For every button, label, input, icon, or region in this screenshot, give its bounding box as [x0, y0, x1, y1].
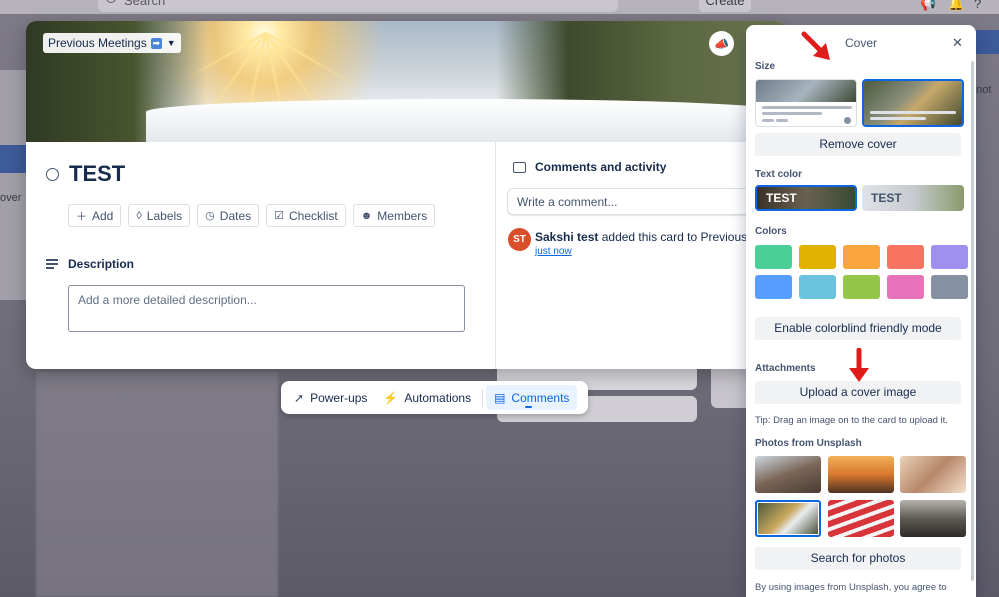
- toolbar-divider: [482, 388, 484, 407]
- card-cover-image: Previous Meetings ➡ ▼ 📣: [26, 21, 786, 142]
- automations-button[interactable]: ⚡ Automations: [375, 385, 479, 410]
- comments-label: Comments and activity: [535, 160, 667, 174]
- color-swatch[interactable]: [755, 275, 792, 299]
- unsplash-photo[interactable]: [900, 500, 966, 537]
- unsplash-photo[interactable]: [828, 500, 894, 537]
- color-swatch[interactable]: [755, 245, 792, 269]
- red-annotation-arrow: [849, 348, 869, 382]
- upload-tip: Tip: Drag an image on to the card to upl…: [755, 415, 948, 426]
- checklist-button[interactable]: ☑ Checklist: [266, 204, 346, 227]
- board-left-column: [0, 70, 26, 300]
- colors-label: Colors: [755, 226, 787, 237]
- global-search-input[interactable]: Search: [98, 0, 618, 12]
- list-selector[interactable]: Previous Meetings ➡ ▼: [43, 33, 181, 53]
- text-color-dark-option[interactable]: TEST: [862, 185, 964, 211]
- color-swatch[interactable]: [931, 275, 968, 299]
- colorblind-mode-button[interactable]: Enable colorblind friendly mode: [755, 317, 961, 340]
- color-swatch[interactable]: [843, 275, 880, 299]
- create-button[interactable]: Create: [699, 0, 751, 12]
- color-swatch[interactable]: [799, 275, 836, 299]
- color-swatch[interactable]: [931, 245, 968, 269]
- cover-panel-title: Cover: [844, 36, 877, 50]
- cover-size-header-option[interactable]: [755, 79, 857, 127]
- panel-scrollbar[interactable]: [971, 61, 974, 581]
- arrow-right-emoji-icon: ➡: [150, 37, 162, 49]
- red-annotation-arrow: [801, 31, 830, 60]
- tag-icon: ◊: [136, 209, 142, 222]
- description-lines-icon: [46, 257, 58, 271]
- powerups-button[interactable]: ➚ Power-ups: [286, 385, 375, 410]
- unsplash-legal-text: By using images from Unsplash, you agree…: [755, 582, 947, 593]
- board-left-fragment: over: [0, 192, 22, 204]
- search-placeholder: Search: [124, 0, 166, 8]
- unsplash-photo-selected[interactable]: [755, 500, 821, 537]
- complete-circle-checkbox[interactable]: [46, 167, 59, 181]
- cover-size-full-option[interactable]: [862, 79, 964, 127]
- color-swatch[interactable]: [887, 275, 924, 299]
- rocket-icon: ➚: [294, 390, 305, 405]
- clock-icon: ◷: [205, 210, 215, 222]
- add-button[interactable]: ＋ Add: [68, 204, 122, 227]
- unsplash-photo[interactable]: [755, 456, 821, 493]
- list-name: Previous Meetings: [48, 36, 147, 50]
- card-title[interactable]: TEST: [69, 161, 125, 187]
- comments-header: Comments and activity: [513, 160, 666, 174]
- comments-tab-button[interactable]: ▤ Comments: [486, 385, 578, 410]
- search-icon: [106, 0, 116, 3]
- upload-cover-image-button[interactable]: Upload a cover image: [755, 381, 961, 404]
- megaphone-button[interactable]: 📣: [709, 31, 734, 56]
- activity-text: Sakshi test added this card to Previous …: [535, 230, 767, 244]
- person-icon: ☻: [360, 209, 373, 222]
- size-label: Size: [755, 61, 776, 72]
- unsplash-photo[interactable]: [828, 456, 894, 493]
- color-swatch[interactable]: [843, 245, 880, 269]
- description-input[interactable]: Add a more detailed description...: [68, 285, 465, 332]
- avatar[interactable]: ST: [508, 228, 531, 251]
- plus-icon: ＋: [76, 210, 87, 223]
- comment-icon: ▤: [494, 390, 506, 405]
- megaphone-icon: 📣: [714, 36, 729, 51]
- cover-popover: Cover ✕ Size Remove cover Text color TES…: [746, 25, 976, 597]
- text-color-label: Text color: [755, 169, 803, 180]
- board-add-card[interactable]: [711, 368, 751, 408]
- help-icon[interactable]: ?: [974, 0, 981, 11]
- card-detail-modal: Previous Meetings ➡ ▼ 📣 TEST ＋ Add ◊ Label…: [26, 21, 786, 369]
- card-bottom-toolbar: ➚ Power-ups ⚡ Automations ▤ Comments: [281, 381, 588, 414]
- description-label: Description: [68, 257, 135, 271]
- close-icon[interactable]: ✕: [952, 35, 963, 51]
- description-header: Description: [46, 257, 134, 271]
- text-color-white-option[interactable]: TEST: [755, 185, 857, 211]
- board-list-shadow: [36, 372, 278, 597]
- card-action-row: ＋ Add ◊ Labels ◷ Dates ☑ Checklist ☻ Members: [68, 204, 436, 227]
- members-button[interactable]: ☻ Members: [352, 204, 436, 227]
- bell-icon[interactable]: 🔔: [948, 0, 964, 12]
- dates-button[interactable]: ◷ Dates: [197, 204, 260, 227]
- activity-message: added this card to Previous Meetings: [601, 230, 767, 244]
- labels-button[interactable]: ◊ Labels: [128, 204, 191, 227]
- comment-icon: [513, 161, 526, 173]
- comment-input[interactable]: Write a comment...: [507, 188, 767, 215]
- activity-user[interactable]: Sakshi test: [535, 230, 598, 244]
- color-swatch[interactable]: [887, 245, 924, 269]
- attachments-label: Attachments: [755, 363, 816, 374]
- lightning-icon: ⚡: [383, 390, 399, 405]
- color-swatch[interactable]: [799, 245, 836, 269]
- megaphone-icon[interactable]: 📢: [920, 0, 936, 12]
- card-title-row: TEST: [46, 161, 125, 187]
- chevron-down-icon: ▼: [166, 38, 176, 48]
- remove-cover-button[interactable]: Remove cover: [755, 133, 961, 156]
- search-photos-button[interactable]: Search for photos: [755, 547, 961, 570]
- checkbox-icon: ☑: [274, 210, 285, 222]
- unsplash-photo[interactable]: [900, 456, 966, 493]
- column-divider: [495, 142, 496, 369]
- unsplash-label: Photos from Unsplash: [755, 438, 862, 449]
- activity-timestamp-link[interactable]: just now: [535, 246, 572, 257]
